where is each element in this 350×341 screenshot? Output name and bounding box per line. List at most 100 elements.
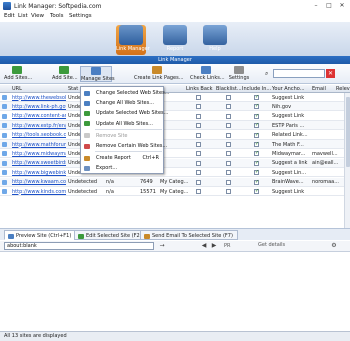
include-checkbox[interactable] bbox=[254, 141, 259, 147]
cell-url[interactable]: http://www.mathforum.org/l... bbox=[12, 142, 66, 148]
back-icon[interactable]: ◀ bbox=[200, 242, 208, 250]
menu-tools[interactable]: Tools bbox=[50, 13, 64, 19]
add-sites-button[interactable]: Add Sites... bbox=[4, 66, 32, 82]
column-include[interactable]: Include In... bbox=[242, 86, 271, 92]
cell-url[interactable]: http://www.sweetbirds.org... bbox=[12, 160, 66, 166]
menu-settings[interactable]: Settings bbox=[69, 13, 92, 19]
get-details-link[interactable]: Get details bbox=[258, 242, 285, 248]
close-button[interactable]: ✕ bbox=[336, 1, 348, 11]
include-checkbox[interactable] bbox=[254, 160, 259, 166]
table-row[interactable]: http://www.mathforum.org/l...UndeThe Mat… bbox=[0, 140, 350, 149]
links-back-checkbox[interactable] bbox=[196, 95, 201, 100]
table-row[interactable]: http://www.midwaymarket...UndeMidwaymar.… bbox=[0, 149, 350, 159]
links-back-checkbox[interactable] bbox=[196, 179, 201, 185]
create-link-pages-button[interactable]: Create Link Pages... bbox=[134, 66, 184, 82]
column-status[interactable]: Stat bbox=[68, 86, 78, 92]
menu-item-update-selected[interactable]: Update Selected Web Sites... bbox=[81, 108, 168, 118]
address-input[interactable]: about:blank bbox=[4, 242, 154, 250]
blacklist-checkbox[interactable] bbox=[226, 123, 231, 129]
cell-url[interactable]: http://www.kinds.com/lin... bbox=[12, 189, 66, 195]
menu-item-remove-certain[interactable]: Remove Certain Web Sites... bbox=[81, 141, 167, 151]
menu-list[interactable]: List bbox=[18, 13, 28, 19]
cell-url[interactable]: http://tools.seobook.com/w... bbox=[12, 132, 66, 138]
column-url[interactable]: URL bbox=[12, 86, 22, 92]
table-row[interactable]: http://www.content-analyst...UndeSuggest… bbox=[0, 112, 350, 121]
links-back-checkbox[interactable] bbox=[196, 189, 201, 194]
include-checkbox[interactable] bbox=[254, 122, 259, 129]
table-row[interactable]: http://www.estp.fr/en/ront...UndeESTP Pa… bbox=[0, 121, 350, 131]
cell-url[interactable]: http://www.bigwebinks.co... bbox=[12, 170, 66, 176]
table-row[interactable]: http://www.link-ph.gov/p...UndeNih.gov bbox=[0, 102, 350, 112]
include-checkbox[interactable] bbox=[254, 113, 259, 119]
include-checkbox[interactable] bbox=[254, 94, 259, 100]
cell-url[interactable]: http://www.thewebsolver... bbox=[12, 95, 66, 101]
menu-item-change-all[interactable]: Change All Web Sites... bbox=[81, 98, 163, 108]
links-back-checkbox[interactable] bbox=[196, 123, 201, 129]
minimize-button[interactable]: – bbox=[310, 1, 322, 11]
check-links-button[interactable]: Check Links... bbox=[190, 66, 225, 82]
tab-edit-site[interactable]: Edit Selected Site (F2) bbox=[74, 230, 147, 240]
menu-item-update-all[interactable]: Update All Web Sites... bbox=[81, 119, 163, 129]
include-checkbox[interactable] bbox=[254, 150, 259, 157]
blacklist-checkbox[interactable] bbox=[226, 160, 231, 166]
cell-url[interactable]: http://www.midwaymarket... bbox=[12, 151, 66, 157]
browser-options-icon[interactable]: ⚙ bbox=[330, 242, 338, 250]
links-back-checkbox[interactable] bbox=[196, 132, 201, 138]
links-back-checkbox[interactable] bbox=[196, 104, 201, 110]
add-site-button[interactable]: Add Site... bbox=[52, 66, 78, 82]
column-links-back[interactable]: Links Back bbox=[186, 86, 213, 92]
help-button[interactable]: Help bbox=[200, 25, 230, 55]
blacklist-checkbox[interactable] bbox=[226, 95, 231, 100]
table-row[interactable]: http://www.sweetbirds.org...UndeSuggest … bbox=[0, 158, 350, 168]
menu-edit[interactable]: Edit bbox=[4, 13, 15, 19]
table-row[interactable]: http://www.bigwebinks.co...UndeSuggest L… bbox=[0, 168, 350, 178]
grid-scrollbar[interactable] bbox=[344, 93, 350, 228]
menu-item-create-report[interactable]: Create Report Ctrl+R bbox=[81, 153, 163, 163]
blacklist-checkbox[interactable] bbox=[226, 132, 231, 138]
search-input[interactable] bbox=[273, 69, 325, 78]
links-back-checkbox[interactable] bbox=[196, 151, 201, 157]
column-relevance[interactable]: Relev bbox=[336, 86, 350, 92]
column-email[interactable]: Email bbox=[312, 86, 326, 92]
forward-icon[interactable]: ▶ bbox=[210, 242, 218, 250]
link-manager-button[interactable]: Link Manager bbox=[116, 25, 150, 55]
go-icon[interactable]: → bbox=[158, 242, 166, 250]
clear-search-button[interactable]: ✕ bbox=[326, 69, 335, 78]
include-checkbox[interactable] bbox=[254, 132, 259, 138]
blacklist-checkbox[interactable] bbox=[226, 142, 231, 147]
links-back-checkbox[interactable] bbox=[196, 160, 201, 166]
scrollbar-thumb[interactable] bbox=[346, 97, 350, 167]
tab-preview-site[interactable]: Preview Site (Ctrl+F1) bbox=[4, 230, 77, 240]
blacklist-checkbox[interactable] bbox=[226, 179, 231, 185]
cell-url[interactable]: http://www.content-analyst... bbox=[12, 113, 66, 119]
include-checkbox[interactable] bbox=[254, 169, 259, 176]
links-back-checkbox[interactable] bbox=[196, 142, 201, 147]
links-back-checkbox[interactable] bbox=[196, 113, 201, 119]
table-row[interactable]: http://tools.seobook.com/w...UndeRelated… bbox=[0, 131, 350, 140]
cell-url[interactable]: http://www.kwaam.com/sv... bbox=[12, 179, 66, 185]
maximize-button[interactable]: □ bbox=[323, 1, 335, 11]
cell-url[interactable]: http://www.estp.fr/en/ront... bbox=[12, 123, 66, 129]
include-checkbox[interactable] bbox=[254, 179, 259, 185]
include-checkbox[interactable] bbox=[254, 188, 259, 194]
column-blacklist[interactable]: Blacklist... bbox=[216, 86, 242, 92]
blacklist-checkbox[interactable] bbox=[226, 189, 231, 194]
menu-view[interactable]: View bbox=[31, 13, 44, 19]
menu-item-export[interactable]: Export... bbox=[81, 163, 163, 173]
table-row[interactable]: http://www.thewebsolver...UndeSuggest Li… bbox=[0, 93, 350, 102]
blacklist-checkbox[interactable] bbox=[226, 104, 231, 110]
links-back-checkbox[interactable] bbox=[196, 170, 201, 176]
table-row[interactable]: http://www.kwaam.com/sv...Undetected n/a 7… bbox=[0, 177, 350, 187]
report-button[interactable]: Report bbox=[160, 25, 190, 55]
include-checkbox[interactable] bbox=[254, 103, 259, 110]
preview-pane[interactable] bbox=[0, 252, 350, 329]
blacklist-checkbox[interactable] bbox=[226, 151, 231, 157]
table-row[interactable]: http://www.kinds.com/lin...Undetected n/a… bbox=[0, 187, 350, 196]
manage-sites-button[interactable]: Manage Sites bbox=[80, 66, 115, 82]
blacklist-checkbox[interactable] bbox=[226, 170, 231, 176]
menu-item-change-sites[interactable]: Change Selected Web Sites... bbox=[81, 88, 169, 98]
cell-url[interactable]: http://www.link-ph.gov/p... bbox=[12, 104, 66, 110]
column-anchor[interactable]: Your Ancho... bbox=[272, 86, 305, 92]
tab-send-email[interactable]: Send Email To Selected Site (F7) bbox=[140, 230, 238, 240]
blacklist-checkbox[interactable] bbox=[226, 113, 231, 119]
